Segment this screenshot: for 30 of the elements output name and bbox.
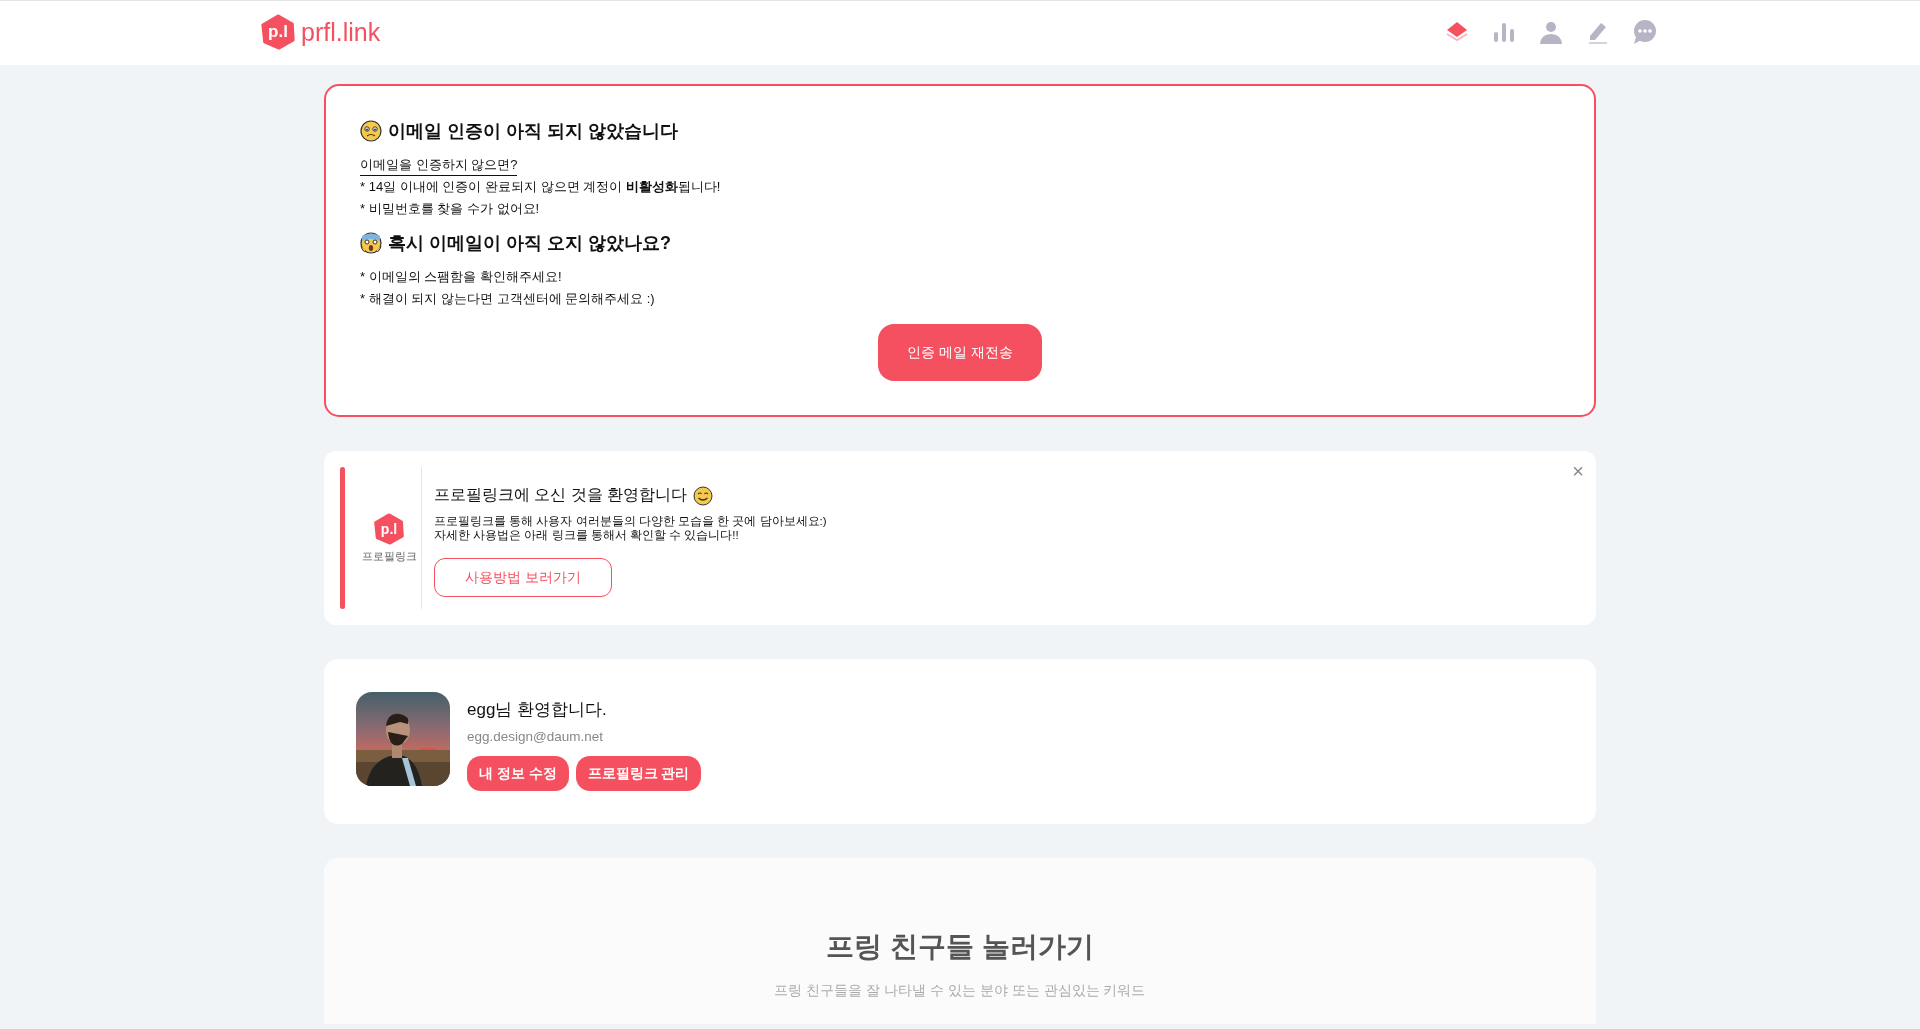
notice-heading: 혹시 이메일이 아직 오지 않았나요? xyxy=(388,232,671,255)
brand-label: 프로필링크 xyxy=(361,548,417,564)
scared-face-icon xyxy=(360,232,382,254)
notice-text: * 이메일의 스팸함을 확인해주세요! xyxy=(360,268,563,286)
guide-button[interactable]: 사용방법 보러가기 xyxy=(434,558,612,597)
notice-text: * 해결이 되지 않는다면 고객센터에 문의해주세요 :) xyxy=(360,290,656,308)
nav-tab[interactable] xyxy=(1538,19,1564,45)
welcome-text: 자세한 사용법은 아래 링크를 통해서 확인할 수 있습니다!! xyxy=(434,528,740,542)
logo-icon: p.l xyxy=(373,512,405,545)
notice-text: * 14일 이내에 인증이 완료되지 않으면 계정이 비활성화됩니다! xyxy=(360,178,722,196)
welcome-title: 프로필링크에 오신 것을 환영합니다 xyxy=(434,485,688,505)
resend-email-button[interactable]: 인증 메일 재전송 xyxy=(878,324,1042,381)
logo-text[interactable]: prfl.link xyxy=(301,17,381,47)
manage-profile-button[interactable]: 프로필링크 관리 xyxy=(575,756,702,791)
notice-text: * 비밀번호를 찾을 수가 없어요! xyxy=(360,200,541,218)
section-title: 프링 친구들 놀러가기 xyxy=(825,930,1095,964)
chat-icon xyxy=(1632,19,1658,45)
notice-heading: 이메일 인증이 아직 되지 않았습니다 xyxy=(388,120,678,143)
nav-tab[interactable] xyxy=(1632,19,1658,45)
section-subtitle: 프링 친구들을 잘 나타낼 수 있는 분야 또는 관심있는 키워드 xyxy=(773,982,1147,1000)
user-icon xyxy=(1538,19,1564,45)
close-button[interactable]: × xyxy=(1572,461,1584,481)
email-text: egg.design@daum.net xyxy=(467,729,605,744)
smiley-icon xyxy=(693,485,714,506)
welcome-text: 프로필링크를 통해 사용자 여러분들의 다양한 모습을 한 곳에 담아보세요:) xyxy=(434,514,827,528)
edit-profile-button[interactable]: 내 정보 수정 xyxy=(467,756,569,791)
logo-icon[interactable]: p.l xyxy=(260,14,296,50)
notice-subheading: 이메일을 인증하지 않으면? xyxy=(360,156,518,176)
sad-face-icon xyxy=(360,120,382,142)
greeting-text: egg님 환영합니다. xyxy=(467,699,608,721)
